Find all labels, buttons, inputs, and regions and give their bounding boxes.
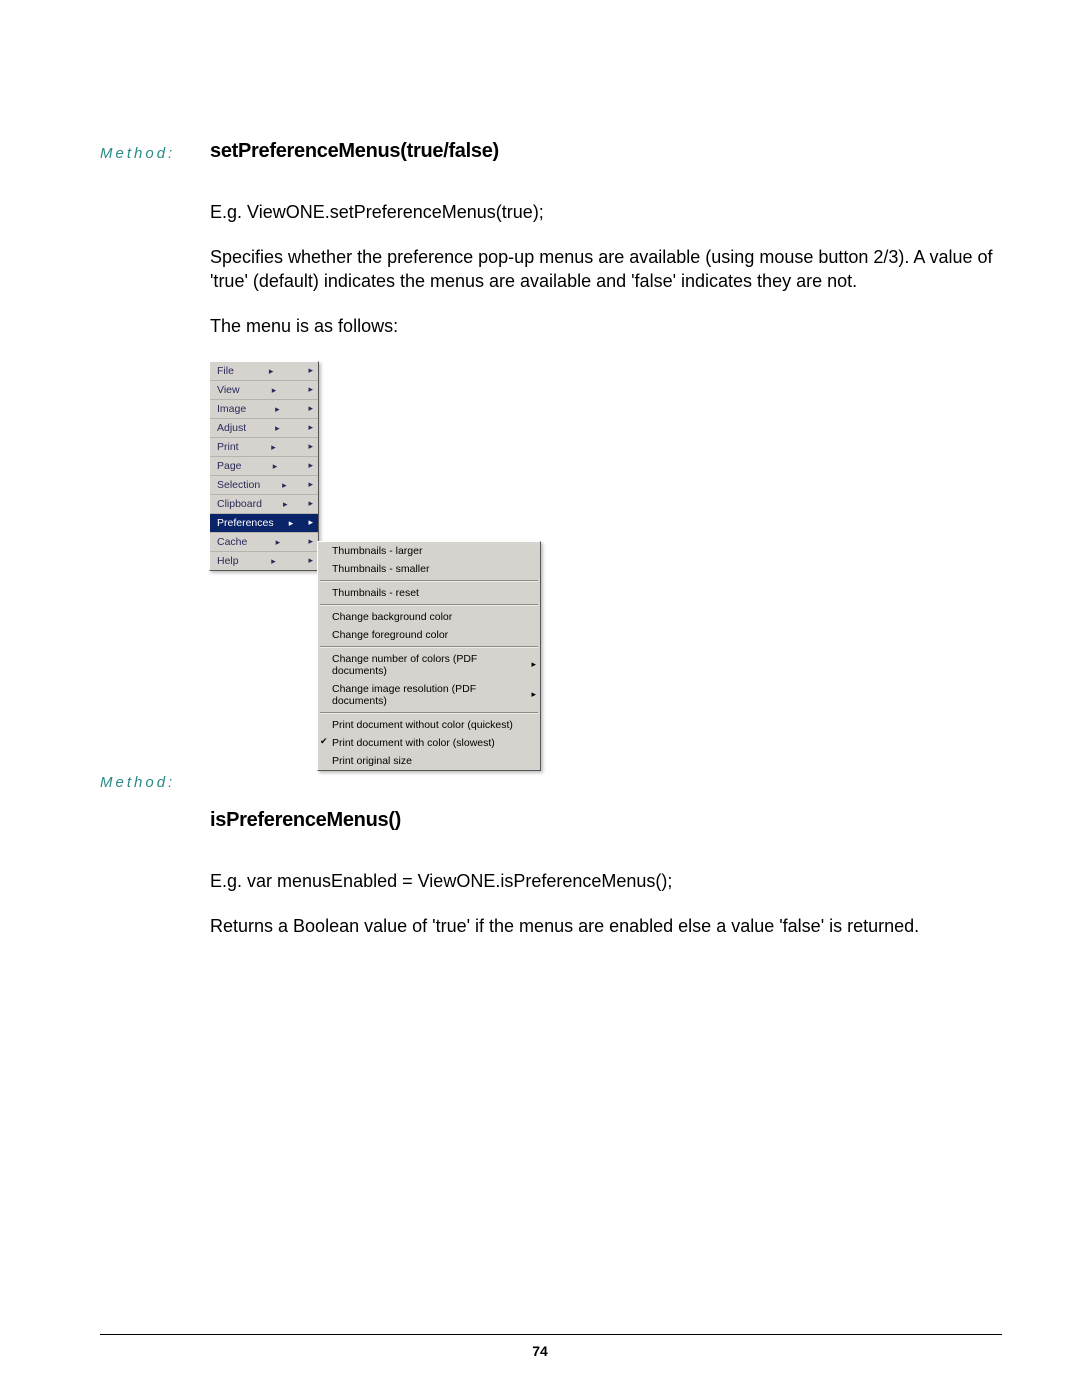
menu-item-print[interactable]: Print <box>210 438 318 457</box>
submenu-arrow-icon <box>275 403 280 415</box>
submenu-item-label: Print document without color (quickest) <box>332 719 513 731</box>
context-menu-main: File View Image Adjust Print Page Select… <box>209 361 319 571</box>
page-number: 74 <box>0 1343 1080 1359</box>
submenu-item-label: Print original size <box>332 755 412 767</box>
menu-item-label: Cache <box>217 536 247 548</box>
section-isPreferenceMenus: isPreferenceMenus() E.g. var menusEnable… <box>210 809 1000 939</box>
menu-item-help[interactable]: Help <box>210 552 318 570</box>
menu-item-view[interactable]: View <box>210 381 318 400</box>
submenu-arrow-icon <box>275 422 280 434</box>
submenu-arrow-icon <box>289 517 294 529</box>
menu-item-page[interactable]: Page <box>210 457 318 476</box>
menu-screenshot: File View Image Adjust Print Page Select… <box>210 361 1000 751</box>
menu-item-file[interactable]: File <box>210 362 318 381</box>
menu-item-preferences[interactable]: Preferences <box>210 514 318 533</box>
submenu-arrow-icon <box>271 441 276 453</box>
submenu-item-bg-color[interactable]: Change background color <box>318 608 540 626</box>
section-setPreferenceMenus: setPreferenceMenus(true/false) E.g. View… <box>210 140 1000 751</box>
submenu-item-label: Change number of colors (PDF documents) <box>332 653 531 677</box>
example-code: E.g. ViewONE.setPreferenceMenus(true); <box>210 201 1000 224</box>
footer-rule <box>100 1334 1002 1335</box>
page: Method: setPreferenceMenus(true/false) E… <box>0 0 1080 1397</box>
menu-item-label: Clipboard <box>217 498 262 510</box>
submenu-item-thumb-larger[interactable]: Thumbnails - larger <box>318 542 540 560</box>
submenu-arrow-icon <box>283 498 288 510</box>
menu-item-label: View <box>217 384 240 396</box>
checkmark-icon: ✔ <box>320 736 328 747</box>
heading-setPreferenceMenus: setPreferenceMenus(true/false) <box>210 140 1000 163</box>
submenu-item-pdf-resolution[interactable]: Change image resolution (PDF documents)▸ <box>318 680 540 710</box>
submenu-item-thumb-reset[interactable]: Thumbnails - reset <box>318 584 540 602</box>
submenu-item-thumb-smaller[interactable]: Thumbnails - smaller <box>318 560 540 578</box>
menu-divider <box>320 580 538 582</box>
menu-divider <box>320 604 538 606</box>
submenu-item-label: Change background color <box>332 611 452 623</box>
menu-item-selection[interactable]: Selection <box>210 476 318 495</box>
menu-divider <box>320 712 538 714</box>
menu-item-label: Adjust <box>217 422 246 434</box>
submenu-arrow-icon: ▸ <box>531 659 536 670</box>
submenu-arrow-icon <box>273 460 278 472</box>
submenu-arrow-icon <box>276 536 281 548</box>
heading-isPreferenceMenus: isPreferenceMenus() <box>210 809 1000 832</box>
submenu-item-print-original[interactable]: Print original size <box>318 752 540 770</box>
menu-item-label: Page <box>217 460 242 472</box>
submenu-item-label: Change foreground color <box>332 629 448 641</box>
menu-divider <box>320 646 538 648</box>
menu-item-clipboard[interactable]: Clipboard <box>210 495 318 514</box>
submenu-item-label: Thumbnails - larger <box>332 545 422 557</box>
menu-item-label: Selection <box>217 479 260 491</box>
submenu-item-label: Change image resolution (PDF documents) <box>332 683 531 707</box>
submenu-arrow-icon: ▸ <box>531 689 536 700</box>
menu-item-adjust[interactable]: Adjust <box>210 419 318 438</box>
context-submenu-preferences: Thumbnails - larger Thumbnails - smaller… <box>317 541 541 771</box>
method-label: Method: <box>100 145 190 162</box>
submenu-item-fg-color[interactable]: Change foreground color <box>318 626 540 644</box>
menu-item-label: Help <box>217 555 239 567</box>
submenu-arrow-icon <box>282 479 287 491</box>
menu-item-cache[interactable]: Cache <box>210 533 318 552</box>
submenu-item-label: Thumbnails - smaller <box>332 563 429 575</box>
submenu-arrow-icon <box>271 555 276 567</box>
menu-item-label: Image <box>217 403 246 415</box>
submenu-arrow-icon <box>272 384 277 396</box>
menu-item-label: Preferences <box>217 517 274 529</box>
example-code: E.g. var menusEnabled = ViewONE.isPrefer… <box>210 870 1000 893</box>
menu-item-label: Print <box>217 441 239 453</box>
menu-intro-text: The menu is as follows: <box>210 315 1000 338</box>
submenu-item-print-color[interactable]: ✔ Print document with color (slowest) <box>318 734 540 752</box>
description-text: Specifies whether the preference pop-up … <box>210 246 1000 293</box>
submenu-item-label: Print document with color (slowest) <box>332 737 495 749</box>
submenu-item-pdf-colors[interactable]: Change number of colors (PDF documents)▸ <box>318 650 540 680</box>
submenu-arrow-icon <box>269 365 274 377</box>
menu-item-label: File <box>217 365 234 377</box>
submenu-item-print-nocolor[interactable]: Print document without color (quickest) <box>318 716 540 734</box>
method-label: Method: <box>100 774 190 791</box>
description-text: Returns a Boolean value of 'true' if the… <box>210 915 1000 938</box>
menu-item-image[interactable]: Image <box>210 400 318 419</box>
submenu-item-label: Thumbnails - reset <box>332 587 419 599</box>
